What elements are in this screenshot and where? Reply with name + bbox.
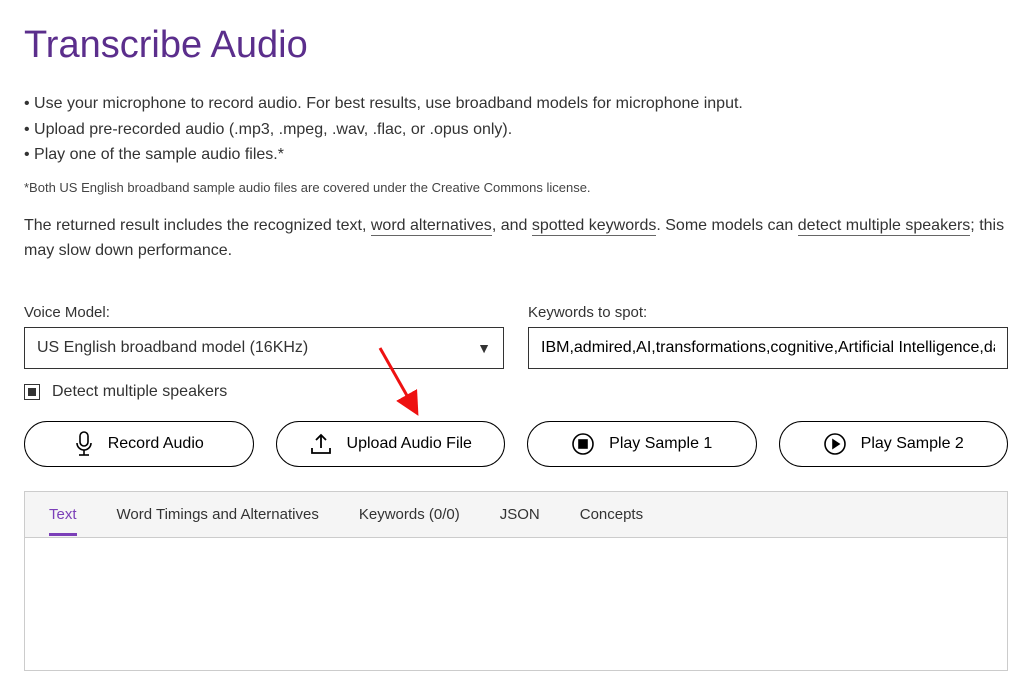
link-word-alternatives[interactable]: word alternatives [371, 217, 492, 236]
voice-model-select[interactable]: US English broadband model (16KHz) ▼ [24, 327, 504, 369]
upload-icon [309, 433, 333, 455]
tab-content-area [25, 538, 1007, 670]
tab-word-timings[interactable]: Word Timings and Alternatives [117, 506, 319, 536]
results-panel: Text Word Timings and Alternatives Keywo… [24, 491, 1008, 671]
play-sample-1-label: Play Sample 1 [609, 435, 712, 453]
tab-strip: Text Word Timings and Alternatives Keywo… [25, 492, 1007, 538]
tab-keywords[interactable]: Keywords (0/0) [359, 506, 460, 536]
page-title: Transcribe Audio [24, 24, 1008, 67]
stop-circle-icon [571, 432, 595, 456]
detect-speakers-label: Detect multiple speakers [52, 383, 227, 401]
desc-text: , and [492, 217, 532, 234]
record-audio-button[interactable]: Record Audio [24, 421, 254, 467]
keywords-label: Keywords to spot: [528, 304, 1008, 321]
instruction-list: Use your microphone to record audio. For… [24, 91, 1008, 168]
record-audio-label: Record Audio [108, 435, 204, 453]
detect-speakers-checkbox[interactable] [24, 384, 40, 400]
chevron-down-icon: ▼ [477, 340, 491, 356]
play-circle-icon [823, 432, 847, 456]
desc-text: The returned result includes the recogni… [24, 217, 371, 234]
voice-model-value: US English broadband model (16KHz) [37, 339, 308, 357]
link-detect-speakers[interactable]: detect multiple speakers [798, 217, 971, 236]
footnote-text: *Both US English broadband sample audio … [24, 180, 1008, 195]
desc-text: . Some models can [656, 217, 797, 234]
play-sample-2-label: Play Sample 2 [861, 435, 964, 453]
upload-audio-label: Upload Audio File [347, 435, 472, 453]
instruction-item: Play one of the sample audio files.* [24, 142, 1008, 168]
play-sample-2-button[interactable]: Play Sample 2 [779, 421, 1009, 467]
microphone-icon [74, 431, 94, 457]
play-sample-1-button[interactable]: Play Sample 1 [527, 421, 757, 467]
tab-text[interactable]: Text [49, 506, 77, 536]
link-spotted-keywords[interactable]: spotted keywords [532, 217, 657, 236]
instruction-item: Use your microphone to record audio. For… [24, 91, 1008, 117]
description-text: The returned result includes the recogni… [24, 213, 1008, 264]
checkbox-checked-icon [28, 388, 36, 396]
upload-audio-button[interactable]: Upload Audio File [276, 421, 506, 467]
voice-model-label: Voice Model: [24, 304, 504, 321]
tab-json[interactable]: JSON [500, 506, 540, 536]
instruction-item: Upload pre-recorded audio (.mp3, .mpeg, … [24, 117, 1008, 143]
tab-concepts[interactable]: Concepts [580, 506, 643, 536]
keywords-input[interactable] [528, 327, 1008, 369]
